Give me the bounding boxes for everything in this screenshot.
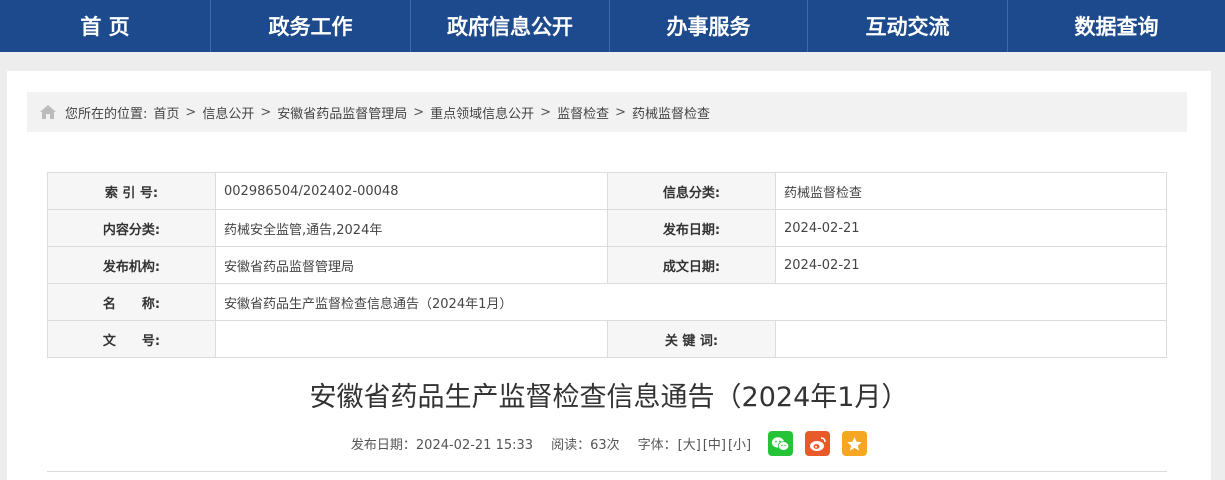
qzone-icon[interactable] [842, 431, 868, 456]
index-number-value: 002986504/202402-00048 [215, 172, 608, 210]
content-panel: 您所在的位置: 首页 > 信息公开 > 安徽省药品监督管理局 > 重点领域信息公… [7, 71, 1211, 480]
nav-item-data-query[interactable]: 数据查询 [1008, 0, 1225, 52]
read-count: 阅读：63次 [551, 438, 620, 453]
breadcrumb-link-info-disclosure[interactable]: 信息公开 [202, 103, 254, 122]
table-row: 发布机构: 安徽省药品监督管理局 成文日期: 2024-02-21 [47, 246, 1167, 284]
nav-item-home[interactable]: 首 页 [0, 0, 211, 52]
nav-item-info-disclosure[interactable]: 政府信息公开 [411, 0, 610, 52]
breadcrumb-prefix: 您所在的位置: [65, 106, 148, 122]
nav-item-services[interactable]: 办事服务 [610, 0, 808, 52]
breadcrumb-separator: > [260, 104, 272, 120]
info-category-label: 信息分类: [607, 172, 776, 210]
font-size-label: 字体： [637, 438, 677, 453]
table-row: 内容分类: 药械安全监管,通告,2024年 发布日期: 2024-02-21 [47, 209, 1167, 247]
name-label: 名 称: [47, 283, 216, 321]
publish-datetime: 发布日期：2024-02-21 15:33 [350, 438, 534, 453]
font-size-large-button[interactable]: [大] [678, 434, 701, 453]
nav-item-interaction[interactable]: 互动交流 [808, 0, 1008, 52]
publishing-org-label: 发布机构: [47, 246, 216, 284]
breadcrumb-link-inspection[interactable]: 监督检查 [557, 103, 609, 122]
content-category-value: 药械安全监管,通告,2024年 [215, 209, 608, 247]
article-title: 安徽省药品生产监督检查信息通告（2024年1月） [309, 382, 909, 413]
document-info-table: 索 引 号: 002986504/202402-00048 信息分类: 药械监督… [47, 172, 1167, 358]
content-category-label: 内容分类: [47, 209, 216, 247]
nav-item-government-work[interactable]: 政务工作 [211, 0, 411, 52]
breadcrumb-link-bureau[interactable]: 安徽省药品监督管理局 [277, 103, 407, 122]
table-row: 文 号: 关 键 词: [47, 320, 1167, 358]
keywords-value [775, 320, 1167, 358]
divider [47, 471, 1167, 472]
document-number-label: 文 号: [47, 320, 216, 358]
weibo-icon[interactable] [805, 431, 831, 456]
top-nav: 首 页 政务工作 政府信息公开 办事服务 互动交流 数据查询 [0, 0, 1225, 52]
breadcrumb-link-home[interactable]: 首页 [153, 103, 179, 122]
home-icon [39, 104, 57, 120]
article-meta: 发布日期：2024-02-21 15:33 阅读：63次 字体： [大] [中]… [7, 431, 1211, 456]
publish-date-value: 2024-02-21 [775, 209, 1167, 247]
font-size-small-button[interactable]: [小] [728, 434, 751, 453]
publishing-org-value: 安徽省药品监督管理局 [215, 246, 608, 284]
breadcrumb-link-key-areas[interactable]: 重点领域信息公开 [430, 103, 534, 122]
index-number-label: 索 引 号: [47, 172, 216, 210]
publish-date-label: 发布日期: [607, 209, 776, 247]
name-value: 安徽省药品生产监督检查信息通告（2024年1月） [215, 283, 1167, 321]
document-number-value [215, 320, 608, 358]
info-category-value: 药械监督检查 [775, 172, 1167, 210]
keywords-label: 关 键 词: [607, 320, 776, 358]
breadcrumb-separator: > [615, 104, 626, 120]
breadcrumb-link-drug-device-inspection[interactable]: 药械监督检查 [632, 103, 710, 122]
document-date-value: 2024-02-21 [775, 246, 1167, 284]
breadcrumb: 您所在的位置: 首页 > 信息公开 > 安徽省药品监督管理局 > 重点领域信息公… [27, 92, 1187, 132]
wechat-icon[interactable] [768, 431, 794, 456]
font-size-medium-button[interactable]: [中] [703, 434, 726, 453]
breadcrumb-separator: > [185, 104, 197, 120]
table-row: 索 引 号: 002986504/202402-00048 信息分类: 药械监督… [47, 172, 1167, 210]
document-date-label: 成文日期: [607, 246, 776, 284]
breadcrumb-separator: > [413, 104, 425, 120]
breadcrumb-separator: > [540, 104, 552, 120]
table-row: 名 称: 安徽省药品生产监督检查信息通告（2024年1月） [47, 283, 1167, 321]
